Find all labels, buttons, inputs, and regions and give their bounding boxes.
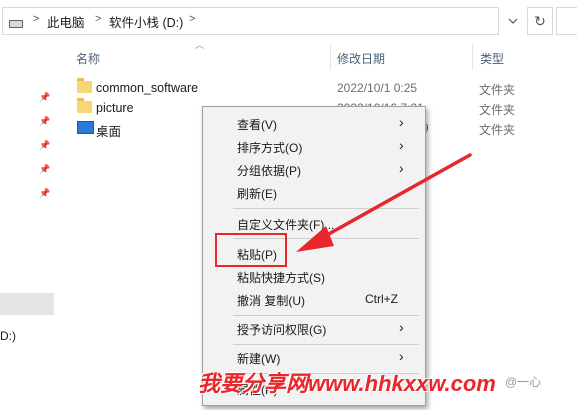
file-type: 文件夹 <box>479 123 516 137</box>
sort-ascending-icon: ︿ <box>195 40 205 50</box>
pin-icon: 📌 <box>39 164 51 174</box>
nav-item-selected[interactable] <box>0 293 54 315</box>
menu-item-undo-copy[interactable]: 撤消 复制(U) Ctrl+Z <box>203 289 425 311</box>
address-bar-region: > 此电脑 > 软件小栈 (D:) > ↻ <box>0 0 577 40</box>
file-date: 2022/10/1 0:25 <box>337 81 418 95</box>
submenu-arrow-icon: › <box>399 114 404 130</box>
folder-icon <box>77 78 92 93</box>
menu-item-label: 查看(V) <box>237 118 277 132</box>
breadcrumb-drive-d[interactable]: 软件小栈 (D:) <box>109 12 183 31</box>
menu-separator <box>233 208 419 209</box>
menu-item-label: 刷新(E) <box>237 187 277 201</box>
breadcrumb-chevron-icon[interactable]: > <box>95 13 101 25</box>
menu-separator <box>233 344 419 345</box>
menu-item-refresh[interactable]: 刷新(E) <box>203 182 425 204</box>
menu-item-view[interactable]: 查看(V) › <box>203 113 425 135</box>
address-dropdown-button[interactable] <box>500 7 526 33</box>
menu-item-sort-by[interactable]: 排序方式(O) › <box>203 136 425 158</box>
menu-item-shortcut: Ctrl+Z <box>365 292 398 306</box>
menu-item-label: 新建(W) <box>237 352 281 366</box>
column-header-type[interactable]: 类型 <box>480 50 504 67</box>
column-divider[interactable] <box>472 44 473 70</box>
menu-item-label: 自定义文件夹(F)... <box>237 218 335 232</box>
submenu-arrow-icon: › <box>399 319 404 335</box>
refresh-icon: ↻ <box>534 13 546 29</box>
chevron-down-icon <box>508 18 518 24</box>
pin-icon: 📌 <box>39 140 51 150</box>
nav-item-drive-d[interactable]: D:) <box>0 329 16 343</box>
watermark: 我要分享网www.hhkxxw.com <box>198 371 496 396</box>
file-type: 文件夹 <box>479 83 516 97</box>
file-type: 文件夹 <box>479 103 516 117</box>
file-name: picture <box>96 101 134 115</box>
submenu-arrow-icon: › <box>399 137 404 153</box>
menu-item-label: 分组依据(P) <box>237 164 301 178</box>
address-bar[interactable]: > 此电脑 > 软件小栈 (D:) > <box>2 7 499 35</box>
breadcrumb-this-pc[interactable]: 此电脑 <box>47 12 85 31</box>
breadcrumb-chevron-icon[interactable]: > <box>189 13 195 25</box>
menu-item-group-by[interactable]: 分组依据(P) › <box>203 159 425 181</box>
menu-item-label: 排序方式(O) <box>237 141 303 155</box>
watermark-credit: @一心 <box>505 375 542 389</box>
pin-icon: 📌 <box>39 92 51 102</box>
menu-item-label: 授予访问权限(G) <box>237 323 327 337</box>
menu-item-customize-folder[interactable]: 自定义文件夹(F)... <box>203 213 425 235</box>
file-name: 桌面 <box>96 125 122 139</box>
menu-separator <box>233 315 419 316</box>
navigation-pane: 📌 📌 📌 📌 📌 <box>0 40 56 410</box>
menu-item-paste-shortcut[interactable]: 粘贴快捷方式(S) <box>203 266 425 288</box>
column-divider[interactable] <box>330 44 331 70</box>
highlight-box <box>215 233 287 267</box>
pin-icon: 📌 <box>39 188 51 198</box>
refresh-button[interactable]: ↻ <box>527 7 553 35</box>
folder-icon <box>77 98 92 113</box>
file-name: common_software <box>96 81 199 95</box>
menu-item-give-access[interactable]: 授予访问权限(G) › <box>203 318 425 340</box>
desktop-icon <box>77 121 94 134</box>
search-box[interactable] <box>556 7 577 35</box>
file-row[interactable]: common_software 2022/10/1 0:25 文件夹 <box>72 78 577 98</box>
menu-item-label: 撤消 复制(U) <box>237 294 305 308</box>
breadcrumb-chevron-icon[interactable]: > <box>33 13 39 25</box>
column-header-date[interactable]: 修改日期 <box>337 50 385 67</box>
pin-icon: 📌 <box>39 116 51 126</box>
menu-item-label: 粘贴快捷方式(S) <box>237 271 325 285</box>
column-header-name[interactable]: 名称 <box>76 50 100 67</box>
drive-icon <box>9 20 23 28</box>
submenu-arrow-icon: › <box>399 348 404 364</box>
submenu-arrow-icon: › <box>399 160 404 176</box>
